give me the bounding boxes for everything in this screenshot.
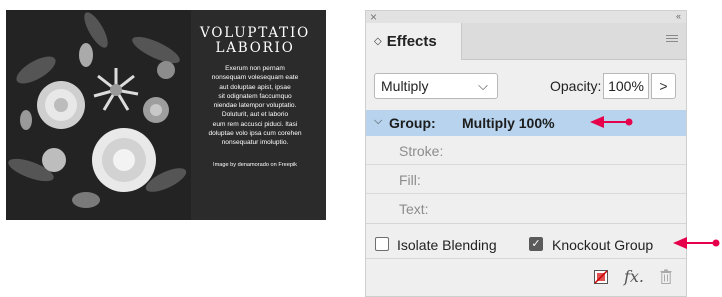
- attribute-label: Fill:: [399, 172, 421, 188]
- chevron-down-icon[interactable]: ⌵: [374, 115, 382, 128]
- isolate-blending-label: Isolate Blending: [397, 237, 497, 253]
- tab-effects[interactable]: ◇ Effects: [366, 23, 462, 60]
- close-icon[interactable]: ×: [370, 10, 377, 24]
- divider: [366, 258, 686, 259]
- attribute-label: Stroke:: [399, 143, 444, 159]
- attribute-row-text[interactable]: Text:: [366, 194, 686, 223]
- panel-tab-bar: ◇ Effects: [366, 23, 686, 60]
- opacity-label: Opacity:: [550, 78, 602, 94]
- panel-menu-icon[interactable]: [666, 35, 678, 44]
- divider: [366, 223, 686, 224]
- artwork-credit: Image by denamorado on Freepik: [213, 161, 297, 168]
- attribute-label: Text:: [399, 201, 429, 217]
- artwork-card: VOLUPTATIO LABORIO Exerum non pernam non…: [6, 10, 326, 220]
- group-value: Multiply 100%: [462, 115, 555, 131]
- clear-effects-icon[interactable]: [593, 269, 608, 284]
- artwork-title: VOLUPTATIO LABORIO: [200, 25, 310, 56]
- group-row[interactable]: ⌵ Group: Multiply 100%: [366, 110, 686, 136]
- knockout-group-label: Knockout Group: [552, 237, 654, 253]
- tab-effects-label: Effects: [386, 33, 437, 50]
- isolate-blending-checkbox[interactable]: [375, 237, 389, 251]
- chevron-down-icon: ⌵: [478, 78, 488, 93]
- panel-footer: fx.: [593, 267, 672, 286]
- opacity-input[interactable]: 100%: [603, 73, 649, 99]
- attribute-row-fill[interactable]: Fill:: [366, 165, 686, 194]
- artwork-text-block: VOLUPTATIO LABORIO Exerum non pernam non…: [189, 26, 321, 168]
- effects-panel: × ‹‹ ◇ Effects Multiply ⌵ Opacity: 100% …: [365, 10, 687, 297]
- attribute-row-stroke[interactable]: Stroke:: [366, 136, 686, 165]
- opacity-slider-button[interactable]: >: [651, 73, 676, 99]
- fx-icon[interactable]: fx.: [624, 267, 644, 286]
- group-label: Group:: [389, 115, 436, 131]
- tab-expand-icon[interactable]: ◇: [374, 36, 382, 47]
- panel-title-strip: [366, 11, 686, 23]
- collapse-panel-icon[interactable]: ‹‹: [676, 11, 681, 21]
- blend-mode-select[interactable]: Multiply ⌵: [374, 73, 498, 99]
- flower-bouquet-image: [6, 10, 191, 220]
- trash-icon[interactable]: [660, 269, 672, 284]
- knockout-group-checkbox[interactable]: ✓: [529, 237, 543, 251]
- blend-mode-value: Multiply: [381, 78, 429, 94]
- artwork-body: Exerum non pernam nonsequam volesequam e…: [208, 65, 302, 147]
